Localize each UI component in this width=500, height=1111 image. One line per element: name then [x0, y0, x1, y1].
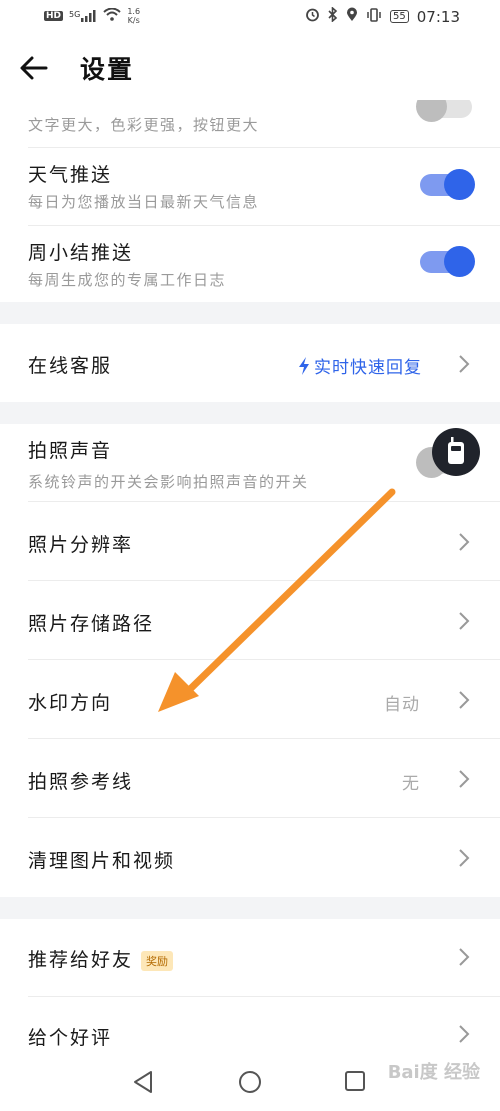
row-sub: 系统铃声的开关会影响拍照声音的开关: [28, 473, 309, 491]
section-gap: [0, 897, 500, 919]
alarm-icon: [305, 7, 320, 26]
row-label: 天气推送: [28, 164, 113, 186]
location-icon: [346, 7, 358, 26]
settings-row-service[interactable]: 在线客服 实时快速回复: [0, 324, 500, 402]
status-bar: HD 5G 1.6 K/s 55 07:13: [0, 0, 500, 34]
back-arrow-icon: [20, 56, 48, 80]
settings-row-weather[interactable]: 天气推送 每日为您播放当日最新天气信息: [0, 148, 500, 226]
settings-row-guide[interactable]: 拍照参考线 无: [0, 739, 500, 818]
service-value: 实时快速回复: [298, 353, 422, 378]
chevron-right-icon: [459, 849, 470, 867]
chevron-right-icon: [459, 533, 470, 551]
settings-row-large-text[interactable]: 文字更大，色彩更强，按钮更大: [0, 100, 500, 148]
row-sub: 每日为您播放当日最新天气信息: [28, 193, 260, 211]
signal-icon: 5G: [69, 10, 97, 22]
settings-row-storage[interactable]: 照片存储路径: [0, 581, 500, 660]
row-label: 拍照声音: [28, 440, 113, 462]
row-sub: 文字更大，色彩更强，按钮更大: [28, 116, 260, 134]
settings-row-review[interactable]: 给个好评: [0, 997, 500, 1060]
section-gap: [0, 302, 500, 324]
row-label: 水印方向: [28, 692, 113, 714]
nav-back-icon[interactable]: [132, 1070, 154, 1094]
row-label: 照片存储路径: [28, 613, 155, 635]
large-text-toggle[interactable]: [416, 100, 472, 122]
row-label: 周小结推送: [28, 242, 134, 264]
settings-row-watermark[interactable]: 水印方向 自动: [0, 660, 500, 739]
row-label: 照片分辨率: [28, 534, 134, 556]
chevron-right-icon: [459, 948, 470, 966]
page-title: 设置: [80, 55, 135, 84]
vibrate-icon: [366, 7, 382, 26]
row-sub: 每周生成您的专属工作日志: [28, 271, 227, 289]
settings-row-resolution[interactable]: 照片分辨率: [0, 502, 500, 581]
chevron-right-icon: [459, 1025, 470, 1043]
status-time: 07:13: [416, 7, 460, 26]
chevron-right-icon: [459, 770, 470, 788]
row-label: 在线客服: [28, 355, 113, 377]
network-speed: 1.6 K/s: [127, 7, 141, 25]
chevron-right-icon: [459, 612, 470, 630]
settings-row-recommend[interactable]: 推荐给好友 奖励: [0, 919, 500, 997]
row-label: 推荐给好友 奖励: [28, 945, 174, 972]
title-bar: 设置: [0, 40, 500, 100]
row-label: 清理图片和视频: [28, 850, 176, 872]
chevron-right-icon: [459, 691, 470, 709]
lightning-icon: [299, 356, 309, 375]
wifi-icon: [103, 7, 121, 25]
reward-badge: 奖励: [141, 950, 174, 971]
section-gap: [0, 402, 500, 424]
floating-walkie-talkie-button[interactable]: [432, 428, 480, 476]
settings-row-clean[interactable]: 清理图片和视频: [0, 818, 500, 897]
settings-row-camera-sound[interactable]: 拍照声音 系统铃声的开关会影响拍照声音的开关: [0, 424, 500, 502]
battery-icon: 55: [390, 10, 409, 23]
weather-toggle[interactable]: [420, 169, 475, 200]
row-label: 给个好评: [28, 1027, 113, 1049]
weekly-toggle[interactable]: [420, 246, 475, 277]
nav-home-icon[interactable]: [238, 1070, 262, 1094]
hd-icon: HD: [44, 11, 64, 21]
settings-row-weekly[interactable]: 周小结推送 每周生成您的专属工作日志: [0, 226, 500, 302]
row-value: 自动: [384, 695, 420, 715]
chevron-right-icon: [459, 355, 470, 373]
nav-recents-icon[interactable]: [344, 1070, 366, 1092]
back-button[interactable]: [18, 52, 50, 84]
baidu-watermark: Bai度 经验: [387, 1062, 480, 1083]
row-value: 无: [402, 774, 420, 794]
bluetooth-icon: [328, 6, 338, 26]
walkie-talkie-icon: [448, 437, 464, 464]
row-label: 拍照参考线: [28, 771, 134, 793]
